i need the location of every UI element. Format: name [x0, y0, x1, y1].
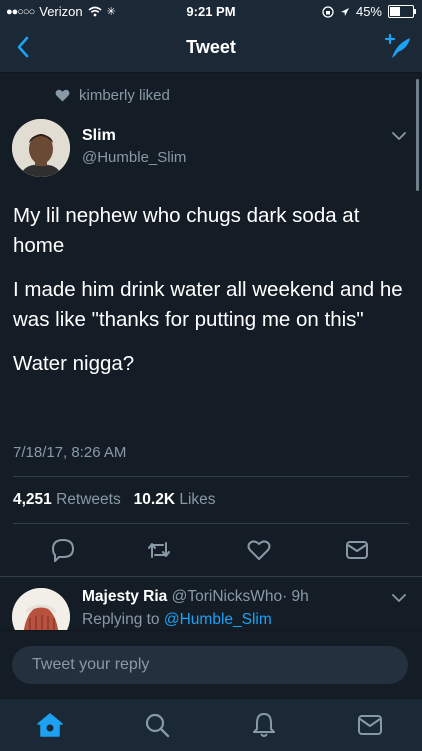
heart-filled-icon — [55, 89, 70, 102]
status-bar: ●●○○○ Verizon ✳ 9:21 PM 45% — [0, 0, 422, 22]
reply-composer — [0, 630, 422, 699]
reply-time: · 9h — [282, 588, 309, 605]
author-handle[interactable]: @Humble_Slim — [82, 149, 186, 166]
tweet-text: My lil nephew who chugs dark soda at hom… — [13, 201, 409, 393]
thread-divider — [0, 576, 422, 577]
reply-header: Majesty Ria @ToriNicksWho· 9h — [82, 588, 309, 606]
author-name[interactable]: Slim — [82, 127, 116, 145]
like-icon[interactable] — [246, 537, 272, 563]
tweet-paragraph: I made him drink water all weekend and h… — [13, 278, 403, 331]
retweet-icon[interactable] — [146, 537, 172, 563]
tweet-stats: 4,251 Retweets 10.2K Likes — [13, 491, 216, 509]
social-context: kimberly liked — [55, 87, 170, 104]
author-photo — [12, 119, 70, 177]
retweets-count: 4,251 — [13, 491, 52, 508]
reply-author-handle[interactable]: @ToriNicksWho — [172, 588, 282, 605]
tweet-timestamp: 7/18/17, 8:26 AM — [13, 444, 127, 461]
tweet-detail: kimberly liked Slim @Humble_Slim My lil … — [0, 73, 422, 630]
social-context-label[interactable]: kimberly liked — [79, 87, 170, 104]
battery-icon — [388, 5, 416, 18]
likes-stat[interactable]: 10.2K Likes — [134, 491, 216, 508]
reply-author-avatar[interactable] — [12, 588, 70, 630]
direct-message-icon[interactable] — [344, 537, 370, 563]
status-right: 45% — [322, 4, 416, 19]
reply-author-photo — [12, 588, 70, 630]
replying-to-label: Replying to — [82, 611, 160, 628]
battery-level — [390, 7, 400, 16]
likes-label: Likes — [179, 491, 216, 508]
search-icon[interactable] — [142, 710, 172, 740]
home-icon[interactable] — [35, 710, 65, 740]
divider — [13, 476, 409, 477]
tweet-actions — [0, 533, 422, 569]
rotation-lock-icon — [322, 5, 334, 18]
notifications-icon[interactable] — [249, 710, 279, 740]
divider — [13, 523, 409, 524]
reply-input[interactable] — [12, 646, 408, 684]
tab-bar — [0, 698, 422, 751]
replying-to-mention[interactable]: @Humble_Slim — [164, 611, 272, 628]
chevron-down-icon[interactable] — [392, 593, 406, 603]
compose-tweet-icon[interactable] — [380, 30, 414, 64]
battery-percent: 45% — [355, 4, 382, 19]
scrollbar[interactable] — [416, 79, 419, 191]
navigation-bar: Tweet — [0, 22, 422, 73]
replying-to: Replying to @Humble_Slim — [82, 611, 272, 629]
retweets-label: Retweets — [56, 491, 121, 508]
likes-count: 10.2K — [133, 491, 176, 508]
author-avatar[interactable] — [12, 119, 70, 177]
chevron-down-icon[interactable] — [392, 131, 406, 141]
page-title: Tweet — [186, 37, 236, 57]
retweets-stat[interactable]: 4,251 Retweets — [13, 491, 121, 508]
reply-author-name[interactable]: Majesty Ria — [82, 588, 167, 605]
reply-icon[interactable] — [50, 537, 76, 563]
messages-icon[interactable] — [355, 710, 385, 740]
tweet-paragraph: Water nigga? — [13, 352, 135, 375]
location-icon — [340, 7, 349, 16]
tweet-paragraph: My lil nephew who chugs dark soda at hom… — [13, 204, 360, 257]
